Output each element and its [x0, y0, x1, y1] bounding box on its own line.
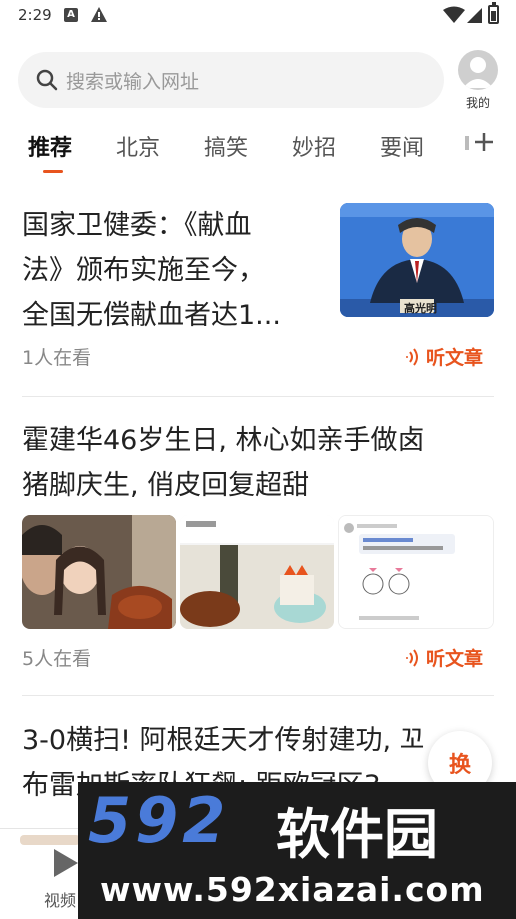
image-caption: 高光明	[404, 302, 437, 315]
nav-video-label[interactable]: 视频	[44, 887, 76, 911]
divider	[22, 396, 494, 397]
view-count: 1人在看	[22, 347, 92, 369]
tab-tips[interactable]: 妙招	[292, 130, 336, 162]
article-title-line: 猪脚庆生, 俏皮回复超甜	[22, 470, 310, 501]
watermark-url: www.592xiazai.com	[100, 870, 485, 909]
profile-label: 我的	[465, 96, 490, 110]
listen-label: 听文章	[426, 347, 484, 369]
article-title-line: 3-0横扫! 阿根廷天才传射建功, 꼬	[22, 725, 425, 756]
warning-icon	[91, 7, 107, 22]
article-image-2	[180, 515, 334, 629]
channel-tabs: 推荐 北京 搞笑 妙招 要闻	[0, 122, 516, 178]
article-image-3	[338, 515, 494, 629]
listen-article-button[interactable]: 听文章	[404, 343, 483, 370]
article-title-line: 霍建华46岁生日, 林心如亲手做卤	[22, 425, 425, 456]
sound-wave-icon	[406, 649, 418, 667]
search-bar[interactable]: 搜索或输入网址	[18, 52, 444, 108]
listen-article-button[interactable]: 听文章	[404, 644, 483, 671]
news-item[interactable]: 国家卫健委：《献血 法》颁布实施至今， 全国无偿献血者达1... 高光明 1人在…	[22, 203, 494, 383]
avatar-icon	[458, 50, 498, 90]
watermark-logo-number: 592	[88, 784, 230, 857]
couple-photo	[22, 515, 176, 629]
active-tab-indicator	[43, 170, 63, 173]
divider	[22, 695, 494, 696]
video-play-icon[interactable]	[50, 847, 80, 879]
tab-headlines[interactable]: 要闻	[380, 130, 424, 162]
tab-overflow-indicator	[465, 136, 469, 150]
search-icon	[36, 69, 58, 91]
swap-label: 换	[448, 753, 471, 778]
status-bar: 2:29 A	[0, 0, 516, 32]
cake-photo	[180, 515, 334, 629]
listen-label: 听文章	[426, 648, 484, 670]
news-item[interactable]: 霍建华46岁生日, 林心如亲手做卤 猪脚庆生, 俏皮回复超甜 5人在看 听文章	[22, 418, 494, 678]
tab-funny[interactable]: 搞笑	[204, 130, 248, 162]
status-time: 2:29	[18, 6, 52, 24]
article-image-peek	[20, 835, 80, 845]
a-icon: A	[64, 8, 78, 22]
view-count: 5人在看	[22, 648, 92, 670]
article-title: 国家卫健委：《献血 法》颁布实施至今， 全国无偿献血者达1...	[22, 210, 281, 331]
tab-beijing[interactable]: 北京	[116, 130, 160, 162]
sound-wave-icon	[406, 348, 418, 366]
profile-button[interactable]: 我的	[456, 50, 500, 112]
article-image-1	[22, 515, 176, 629]
article-thumbnail: 高光明	[340, 203, 494, 317]
search-input[interactable]: 搜索或输入网址	[66, 67, 199, 94]
social-post-screenshot	[339, 516, 493, 628]
watermark-banner: 592 软件园 www.592xiazai.com	[78, 782, 516, 919]
wifi-icon	[443, 6, 465, 23]
watermark-logo-text: 软件园	[276, 803, 438, 866]
add-channel-icon[interactable]	[472, 130, 496, 154]
tab-recommend[interactable]: 推荐	[28, 130, 72, 162]
battery-icon	[488, 2, 499, 24]
signal-icon	[467, 8, 482, 23]
